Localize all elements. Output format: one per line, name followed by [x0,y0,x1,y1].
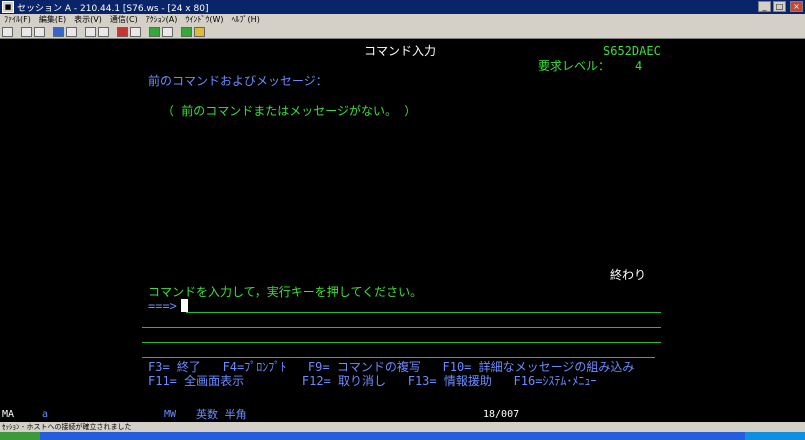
toolbar [0,25,805,39]
menu-help[interactable]: ﾍﾙﾌﾟ(H) [232,14,260,25]
system-tray [745,432,805,440]
no-previous-message: （ 前のコマンドまたはメッセージがない。 ） [162,104,417,118]
status-bar: ｾｯｼｮﾝ - ホストへの接続が確立されました [0,422,805,432]
request-level-value[interactable]: 4 [635,59,642,73]
command-input-line-3[interactable] [142,342,661,343]
status-text: ｾｯｼｮﾝ - ホストへの接続が確立されました [2,423,132,431]
display-icon[interactable] [85,26,96,37]
close-button[interactable]: × [790,1,803,12]
function-keys-line-1: F3= 終了 F4=ﾌﾟﾛﾝﾌﾟﾄ F9= コマンドの複写 F10= 詳細なメッ… [148,360,635,374]
send-icon[interactable] [53,26,64,37]
window-titlebar: ■ セッション A - 210.44.1 [S76.ws - [24 x 80]… [0,0,805,14]
play-macro-icon[interactable] [130,26,141,37]
previous-commands-heading: 前のコマンドおよびメッセージ： [148,74,328,88]
menubar: ﾌｧｲﾙ(F) 編集(E) 表示(V) 通信(C) ｱｸｼｮﾝ(A) ｳｲﾝﾄﾞ… [0,14,805,25]
copy-icon[interactable] [21,26,32,37]
oia-field-a: a [42,409,49,420]
print-icon[interactable] [2,26,13,37]
minimize-button[interactable]: _ [758,1,771,12]
taskbar [0,432,805,440]
maximize-button[interactable]: □ [773,1,786,12]
menu-file[interactable]: ﾌｧｲﾙ(F) [4,14,31,25]
terminal-screen[interactable]: コマンド入力 S652DAEC 要求レベル： 4 前のコマンドおよびメッセージ：… [0,40,805,407]
cursor-position: 18/007 [483,409,520,420]
menu-window[interactable]: ｳｲﾝﾄﾞｳ(W) [185,14,223,25]
window-title: セッション A - 210.44.1 [S76.ws - [24 x 80] [17,3,209,14]
record-macro-icon[interactable] [117,26,128,37]
help-icon[interactable] [194,26,205,37]
paste-icon[interactable] [34,26,45,37]
oia-mw: MW [164,409,177,420]
menu-view[interactable]: 表示(V) [74,14,102,25]
connect-icon[interactable] [149,26,160,37]
menu-actions[interactable]: ｱｸｼｮﾝ(A) [146,14,178,25]
text-cursor [181,299,188,312]
receive-icon[interactable] [66,26,77,37]
function-keys-line-2: F11= 全画面表示 F12= 取り消し F13= 情報援助 F16=ｼｽﾃﾑ･… [148,374,597,388]
command-prompt: ===> [148,299,177,313]
menu-edit[interactable]: 編集(E) [39,14,66,25]
command-input-line-2[interactable] [142,327,661,328]
keyboard-icon[interactable] [98,26,109,37]
request-level-label: 要求レベル： [538,59,611,73]
operator-information-area: MA a MW 英数 半角 18/007 [0,407,805,422]
input-mode: 英数 半角 [196,408,247,421]
command-instruction: コマンドを入力して，実行キーを押してください。 [148,285,423,299]
end-indicator: 終わり [610,268,647,282]
session-indicator: MA [2,409,15,420]
command-input-line-1[interactable] [186,312,661,313]
command-input-line-4[interactable] [142,357,655,358]
menu-communication[interactable]: 通信(C) [110,14,138,25]
start-button[interactable] [0,432,40,440]
screen-title: コマンド入力 [364,44,437,58]
system-name: S652DAEC [603,44,661,58]
support-icon[interactable] [181,26,192,37]
disconnect-icon[interactable] [162,26,173,37]
app-icon: ■ [2,1,14,13]
